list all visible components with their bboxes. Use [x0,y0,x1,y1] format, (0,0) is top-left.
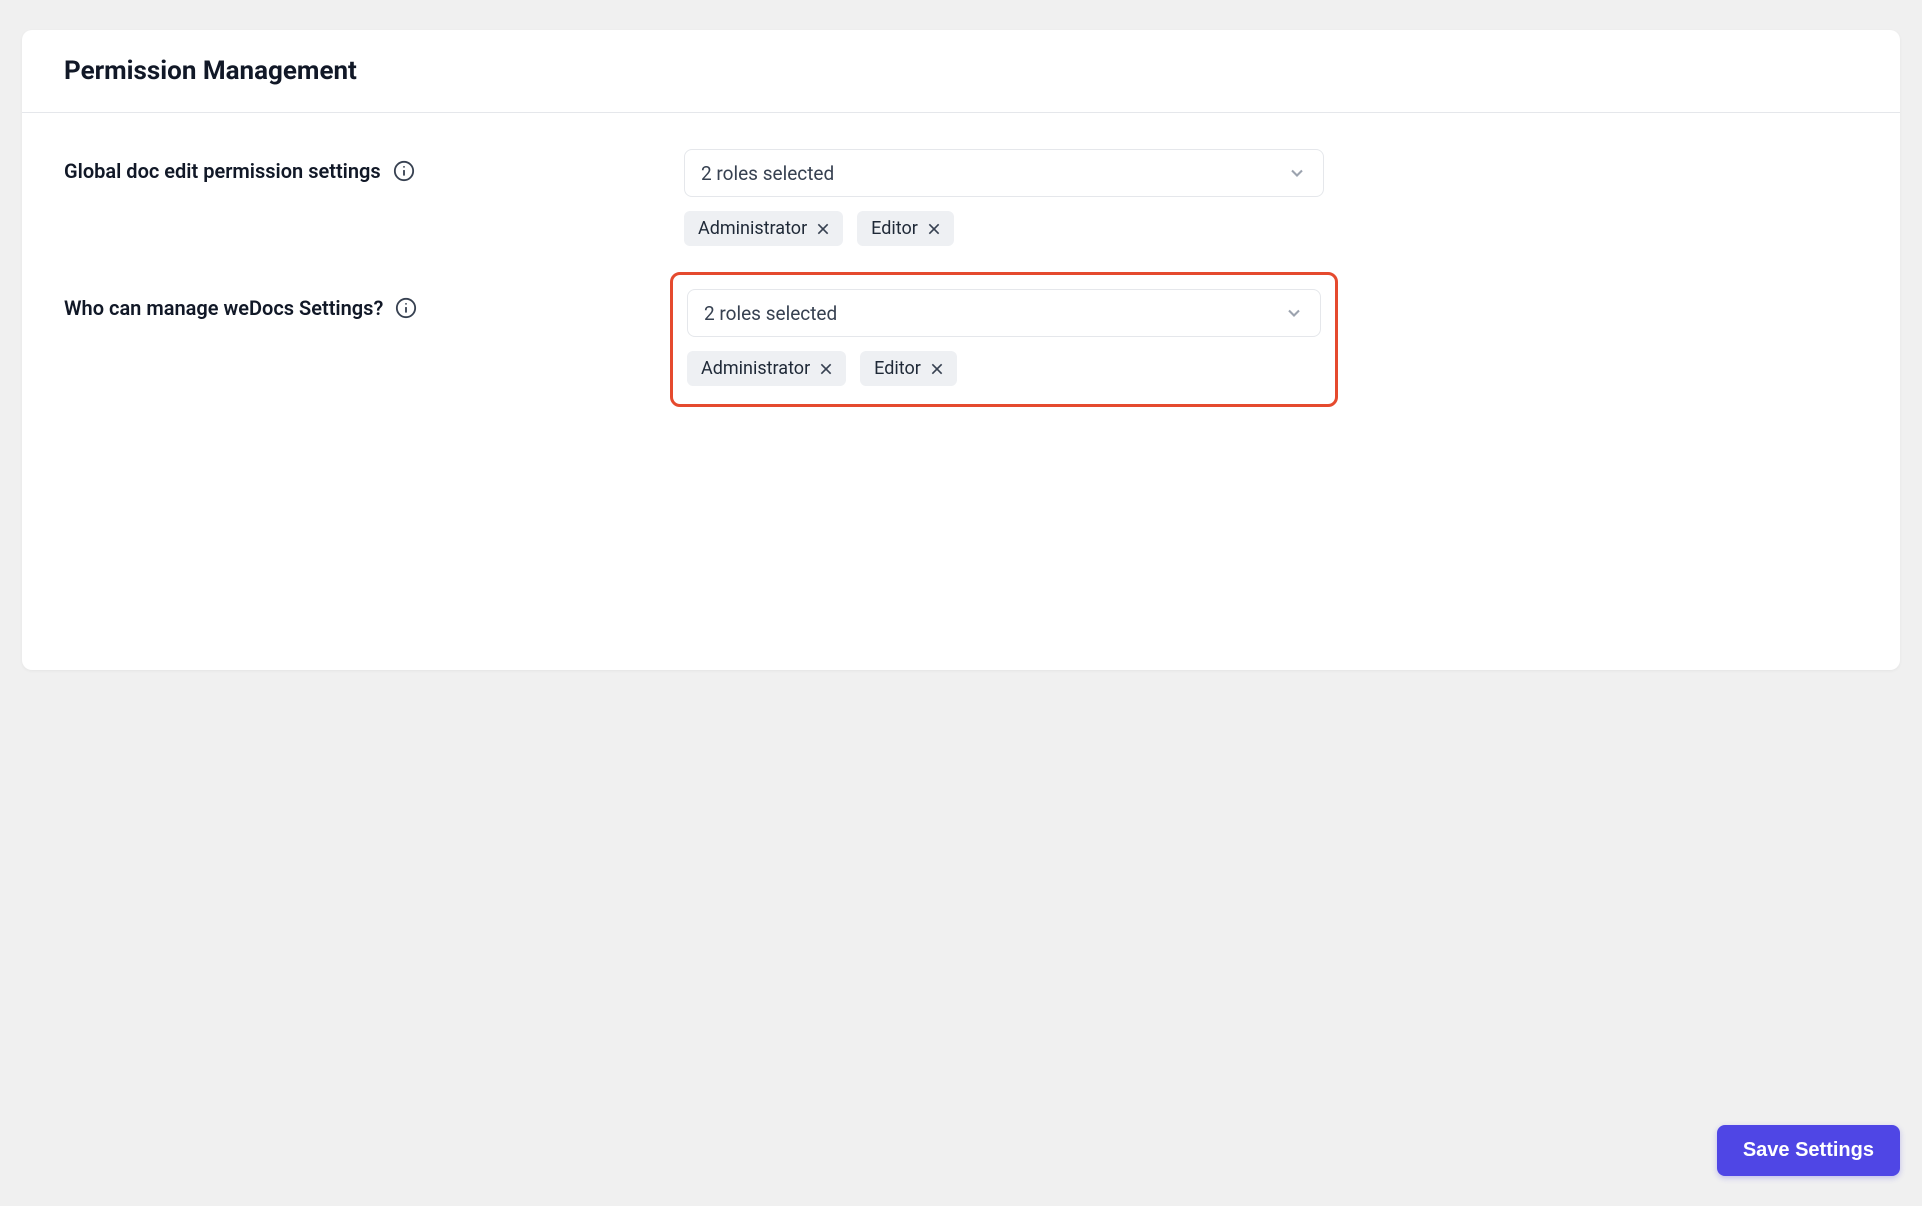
setting-control-highlighted: 2 roles selected Administrator [670,272,1338,407]
chevron-down-icon [1284,303,1304,323]
selected-roles-tags: Administrator Editor [684,211,1324,246]
page-title: Permission Management [64,56,1858,86]
close-icon[interactable] [929,361,945,377]
setting-row-manage-settings: Who can manage weDocs Settings? 2 roles … [64,286,1858,407]
setting-control: 2 roles selected Administrator [684,149,1324,246]
setting-row-global-edit: Global doc edit permission settings 2 ro… [64,149,1858,246]
tag-label: Administrator [701,358,810,379]
tag-label: Editor [874,358,921,379]
setting-label-text: Who can manage weDocs Settings? [64,296,383,320]
selected-roles-tags: Administrator Editor [687,351,1321,386]
card-header: Permission Management [22,30,1900,113]
role-tag-administrator: Administrator [687,351,846,386]
setting-label-text: Global doc edit permission settings [64,159,381,183]
role-tag-editor: Editor [860,351,957,386]
card-body: Global doc edit permission settings 2 ro… [22,113,1900,483]
roles-dropdown-global-edit[interactable]: 2 roles selected [684,149,1324,197]
dropdown-text: 2 roles selected [701,162,1287,185]
permission-management-card: Permission Management Global doc edit pe… [22,30,1900,670]
role-tag-administrator: Administrator [684,211,843,246]
setting-label: Global doc edit permission settings [64,149,684,183]
info-icon[interactable] [393,160,415,182]
save-settings-button[interactable]: Save Settings [1717,1125,1900,1176]
role-tag-editor: Editor [857,211,954,246]
tag-label: Administrator [698,218,807,239]
chevron-down-icon [1287,163,1307,183]
tag-label: Editor [871,218,918,239]
close-icon[interactable] [926,221,942,237]
setting-label: Who can manage weDocs Settings? [64,286,684,320]
roles-dropdown-manage-settings[interactable]: 2 roles selected [687,289,1321,337]
info-icon[interactable] [395,297,417,319]
dropdown-text: 2 roles selected [704,302,1284,325]
close-icon[interactable] [818,361,834,377]
close-icon[interactable] [815,221,831,237]
